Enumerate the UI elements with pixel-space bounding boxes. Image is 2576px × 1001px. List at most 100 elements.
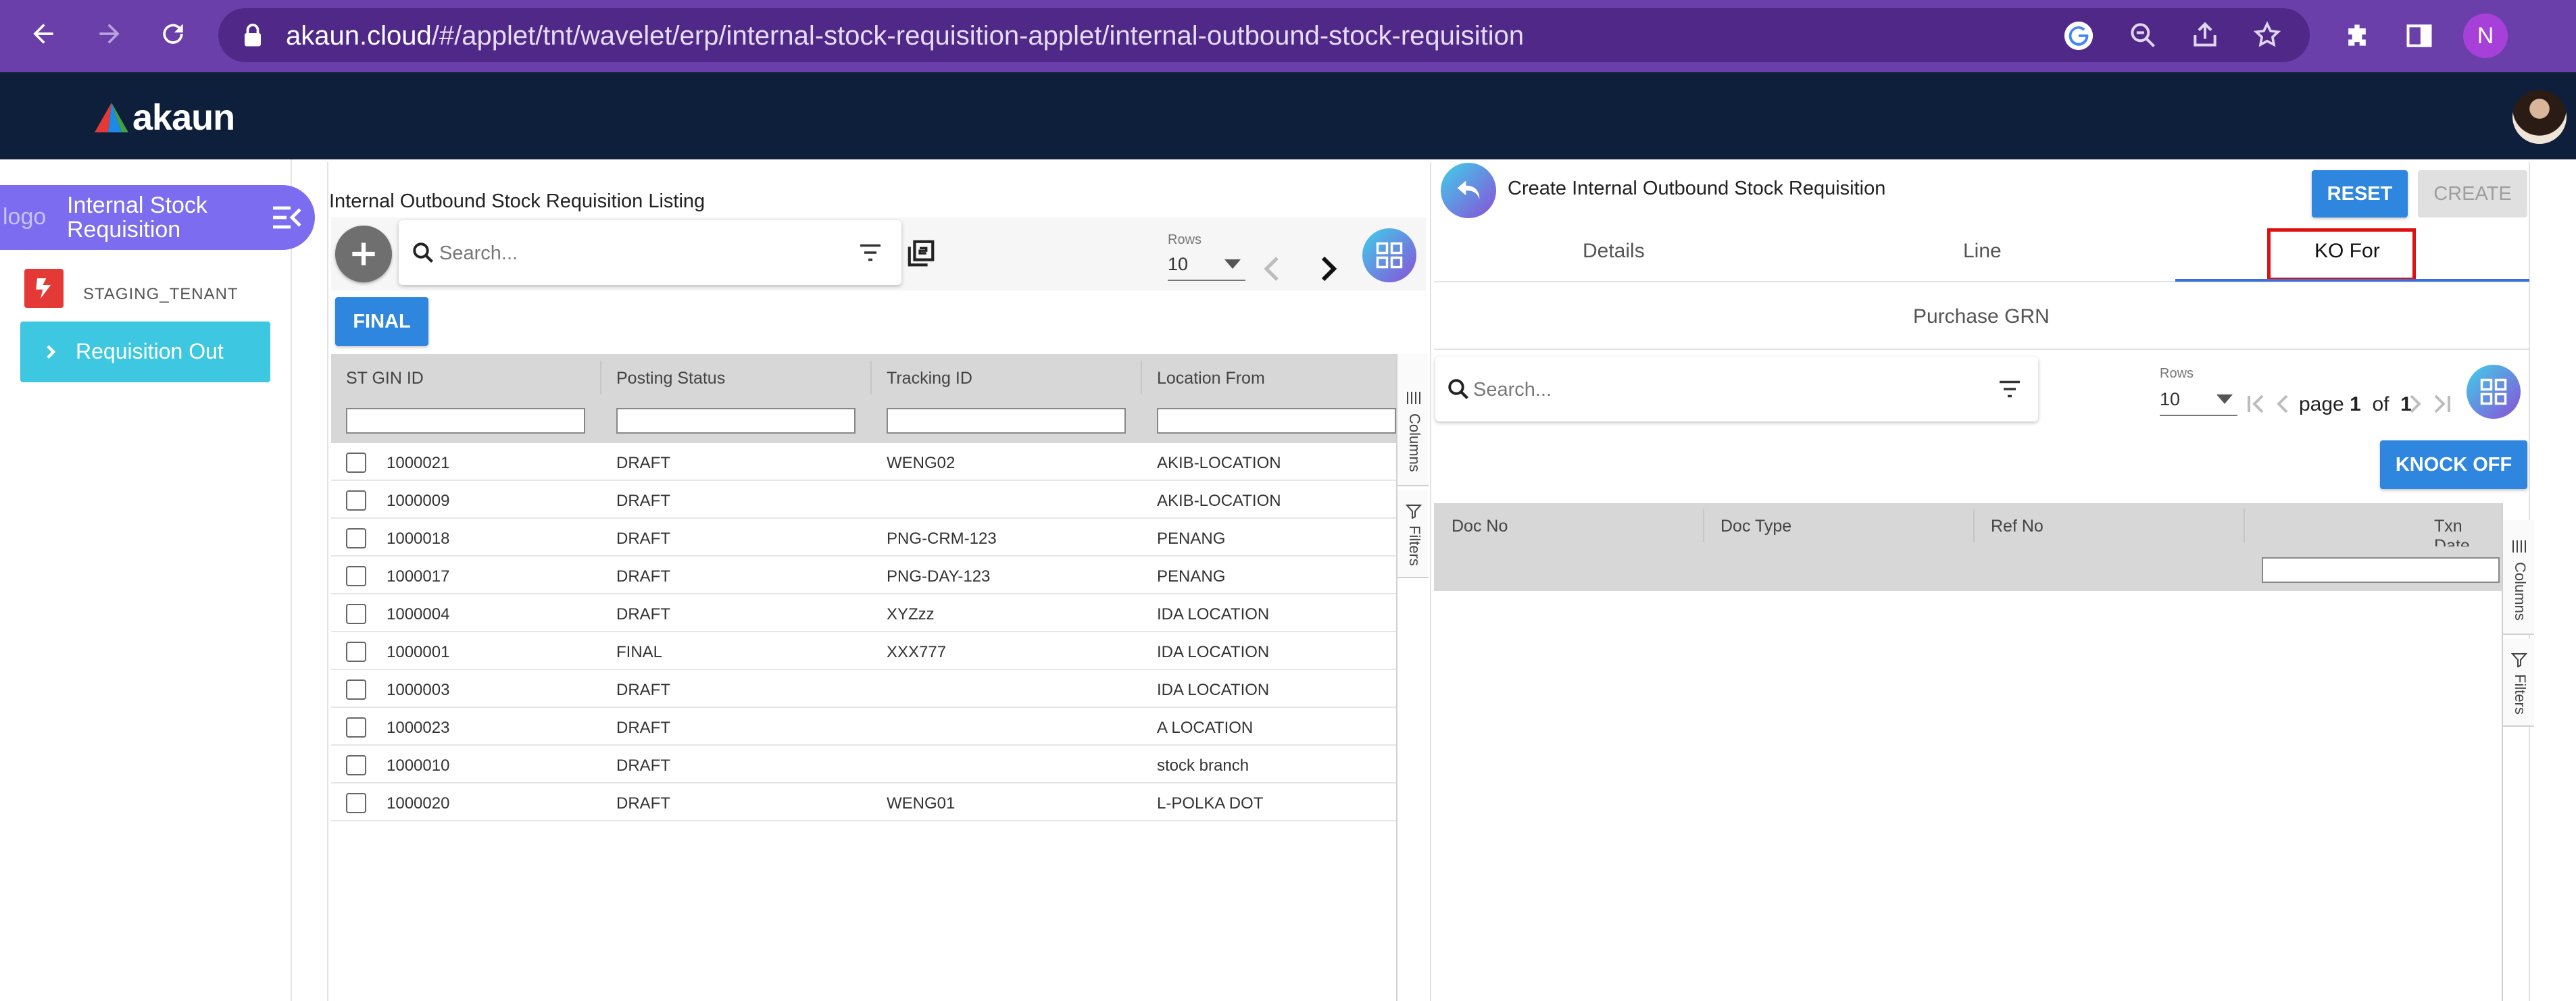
- create-button[interactable]: CREATE: [2418, 170, 2527, 217]
- col-location-from[interactable]: Location From: [1157, 369, 1265, 388]
- row-checkbox[interactable]: [346, 528, 366, 548]
- tab-line[interactable]: Line: [1963, 240, 2002, 263]
- cell-tracking: XYZzz: [887, 605, 935, 623]
- columns-side-tab[interactable]: Columns: [1396, 354, 1429, 486]
- table-row[interactable]: 1000004 DRAFT XYZzz IDA LOCATION: [331, 594, 1396, 632]
- col-tracking-id[interactable]: Tracking ID: [887, 369, 972, 388]
- table-row[interactable]: 1000020 DRAFT WENG01 L-POLKA DOT: [331, 784, 1396, 821]
- table-row[interactable]: 1000021 DRAFT WENG02 AKIB-LOCATION: [331, 443, 1396, 481]
- zoom-icon[interactable]: [2128, 20, 2158, 50]
- grid-view-button[interactable]: [2467, 365, 2521, 419]
- copy-icon[interactable]: [906, 238, 937, 269]
- tenant-name[interactable]: STAGING_TENANT: [83, 285, 239, 304]
- filter-txn-date[interactable]: [2262, 557, 2500, 583]
- profile-avatar[interactable]: N: [2463, 14, 2508, 58]
- search-icon: [411, 240, 435, 265]
- cell-location: L-POLKA DOT: [1157, 794, 1264, 813]
- google-icon[interactable]: [2063, 20, 2094, 51]
- applet-logo-broken-image: logo: [3, 204, 47, 230]
- search-input[interactable]: Search...: [439, 242, 518, 265]
- url-host: akaun.cloud: [286, 21, 432, 51]
- table-row[interactable]: 1000001 FINAL XXX777 IDA LOCATION: [331, 632, 1396, 670]
- cell-location: IDA LOCATION: [1157, 605, 1270, 623]
- rows-select[interactable]: 10: [2160, 389, 2180, 410]
- row-checkbox[interactable]: [346, 566, 366, 586]
- brand-name: akaun: [132, 97, 235, 138]
- rows-select[interactable]: 10: [1168, 254, 1188, 275]
- col-posting-status[interactable]: Posting Status: [616, 369, 725, 388]
- back-arrow-icon[interactable]: [24, 15, 62, 53]
- column-separator: [1141, 361, 1142, 394]
- ko-search[interactable]: Search...: [1435, 357, 2038, 421]
- table-row[interactable]: 1000003 DRAFT IDA LOCATION: [331, 670, 1396, 708]
- dropdown-arrow-icon[interactable]: [2216, 394, 2233, 404]
- user-avatar[interactable]: [2512, 90, 2567, 144]
- row-checkbox[interactable]: [346, 490, 366, 511]
- col-doc-type[interactable]: Doc Type: [1720, 517, 1791, 536]
- grid-view-button[interactable]: [1362, 228, 1416, 282]
- plus-icon: [352, 242, 375, 265]
- next-page-icon[interactable]: [1319, 255, 1338, 282]
- sidepanel-icon[interactable]: [2400, 17, 2438, 55]
- row-checkbox[interactable]: [346, 717, 366, 738]
- subtab-purchase-grn[interactable]: Purchase GRN: [1913, 305, 2050, 328]
- next-page-icon[interactable]: [2408, 394, 2423, 413]
- table-row[interactable]: 1000018 DRAFT PNG-CRM-123 PENANG: [331, 519, 1396, 557]
- col-st-gin-id[interactable]: ST GIN ID: [346, 369, 424, 388]
- row-checkbox[interactable]: [346, 755, 366, 775]
- extensions-icon[interactable]: [2338, 17, 2376, 55]
- filter-tracking-id[interactable]: [887, 408, 1126, 434]
- add-button[interactable]: [335, 226, 392, 282]
- row-checkbox[interactable]: [346, 453, 366, 473]
- table-row[interactable]: 1000010 DRAFT stock branch: [331, 746, 1396, 784]
- cell-location: IDA LOCATION: [1157, 643, 1270, 661]
- filter-posting-status[interactable]: [616, 408, 856, 434]
- back-button[interactable]: [1441, 163, 1496, 218]
- table-row[interactable]: 1000023 DRAFT A LOCATION: [331, 708, 1396, 746]
- menu-collapse-icon[interactable]: [270, 204, 303, 231]
- filter-location-from[interactable]: [1157, 408, 1396, 434]
- pager-page-word: page: [2299, 393, 2344, 415]
- knock-off-button[interactable]: KNOCK OFF: [2380, 440, 2527, 489]
- reset-button[interactable]: RESET: [2312, 170, 2408, 217]
- filter-icon[interactable]: [858, 242, 883, 263]
- first-page-icon[interactable]: [2246, 394, 2265, 413]
- filters-side-tab[interactable]: Filters: [1396, 490, 1429, 578]
- listing-search[interactable]: Search...: [399, 220, 901, 285]
- forward-arrow-icon[interactable]: [91, 15, 128, 53]
- row-checkbox[interactable]: [346, 642, 366, 662]
- share-icon[interactable]: [2190, 20, 2220, 50]
- lock-icon[interactable]: [243, 23, 263, 47]
- filter-st-gin-id[interactable]: [346, 408, 585, 434]
- cell-status: DRAFT: [616, 681, 670, 699]
- last-page-icon[interactable]: [2433, 394, 2452, 413]
- columns-side-tab[interactable]: Columns: [2502, 520, 2534, 635]
- table-row[interactable]: 1000017 DRAFT PNG-DAY-123 PENANG: [331, 557, 1396, 594]
- filters-side-tab[interactable]: Filters: [2502, 639, 2534, 727]
- applet-header[interactable]: logo Internal Stock Requisition: [0, 185, 315, 250]
- search-input[interactable]: Search...: [1473, 379, 1552, 401]
- address-bar[interactable]: akaun.cloud/#/applet/tnt/wavelet/erp/int…: [218, 8, 2310, 62]
- table-row[interactable]: 1000009 DRAFT AKIB-LOCATION: [331, 481, 1396, 519]
- col-doc-no[interactable]: Doc No: [1452, 517, 1508, 536]
- browser-toolbar: akaun.cloud/#/applet/tnt/wavelet/erp/int…: [0, 0, 2576, 72]
- col-ref-no[interactable]: Ref No: [1991, 517, 2044, 536]
- dropdown-arrow-icon[interactable]: [1224, 259, 1241, 269]
- row-checkbox[interactable]: [346, 604, 366, 624]
- prev-page-icon[interactable]: [1262, 255, 1281, 282]
- filter-icon[interactable]: [1998, 378, 2022, 400]
- url-text[interactable]: akaun.cloud/#/applet/tnt/wavelet/erp/int…: [286, 21, 1524, 51]
- final-button[interactable]: FINAL: [335, 297, 428, 346]
- sidebar-item-requisition-out[interactable]: Requisition Out: [20, 322, 270, 382]
- applet-name: Internal Stock Requisition: [67, 192, 207, 242]
- reload-icon[interactable]: [154, 15, 192, 53]
- prev-page-icon[interactable]: [2275, 394, 2289, 413]
- star-icon[interactable]: [2252, 20, 2282, 50]
- row-checkbox[interactable]: [346, 679, 366, 700]
- row-checkbox[interactable]: [346, 793, 366, 813]
- tab-details[interactable]: Details: [1583, 240, 1645, 263]
- columns-icon: [1407, 392, 1420, 404]
- brand-logo[interactable]: akaun: [95, 97, 235, 138]
- url-path: /#/applet/tnt/wavelet/erp/internal-stock…: [431, 21, 1525, 51]
- filters-side-tab-label: Filters: [1406, 525, 1423, 566]
